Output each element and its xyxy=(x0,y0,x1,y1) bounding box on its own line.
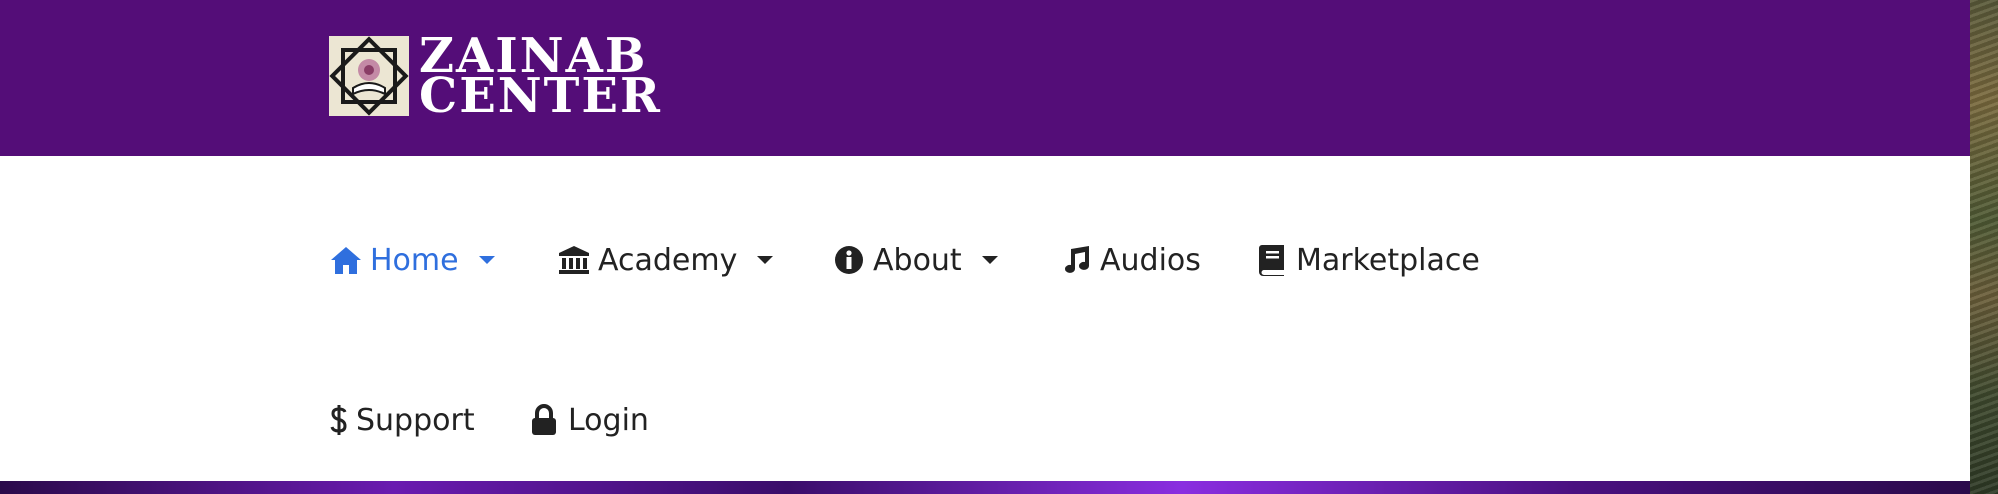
nav-item-marketplace[interactable]: Marketplace xyxy=(1254,240,1480,280)
nav-item-label: Login xyxy=(568,402,649,438)
home-icon xyxy=(328,242,364,278)
book-icon xyxy=(1254,242,1290,278)
chevron-down-icon xyxy=(757,256,774,264)
nav-item-home[interactable]: Home xyxy=(328,240,495,280)
background-photo-edge xyxy=(1970,0,1998,494)
nav-item-about[interactable]: About xyxy=(831,240,998,280)
nav-item-label: Support xyxy=(356,402,475,438)
nav-item-label: About xyxy=(873,242,962,278)
nav-item-label: Marketplace xyxy=(1296,242,1480,278)
nav-item-audios[interactable]: Audios xyxy=(1058,240,1201,280)
site-title: ZAINAB CENTER xyxy=(419,32,662,124)
nav-item-academy[interactable]: Academy xyxy=(556,240,774,280)
nav-item-label: Academy xyxy=(598,242,738,278)
nav-item-support[interactable]: Support xyxy=(328,400,475,440)
music-icon xyxy=(1058,242,1094,278)
main-navigation: Home Academy About Audios Marketplace Su… xyxy=(0,156,1970,481)
nav-item-label: Home xyxy=(370,242,459,278)
site-header: ZAINAB CENTER xyxy=(0,0,1970,156)
site-title-line2: CENTER xyxy=(419,68,662,124)
hero-background-strip xyxy=(0,481,1970,494)
nav-item-label: Audios xyxy=(1100,242,1201,278)
chevron-down-icon xyxy=(478,256,495,264)
lock-icon xyxy=(526,402,562,438)
institution-icon xyxy=(556,242,592,278)
nav-item-login[interactable]: Login xyxy=(526,400,649,440)
dollar-icon xyxy=(328,402,350,438)
info-circle-icon xyxy=(831,242,867,278)
site-logo-link[interactable]: ZAINAB CENTER xyxy=(329,32,662,124)
chevron-down-icon xyxy=(981,256,998,264)
star-emblem-icon xyxy=(329,36,409,116)
